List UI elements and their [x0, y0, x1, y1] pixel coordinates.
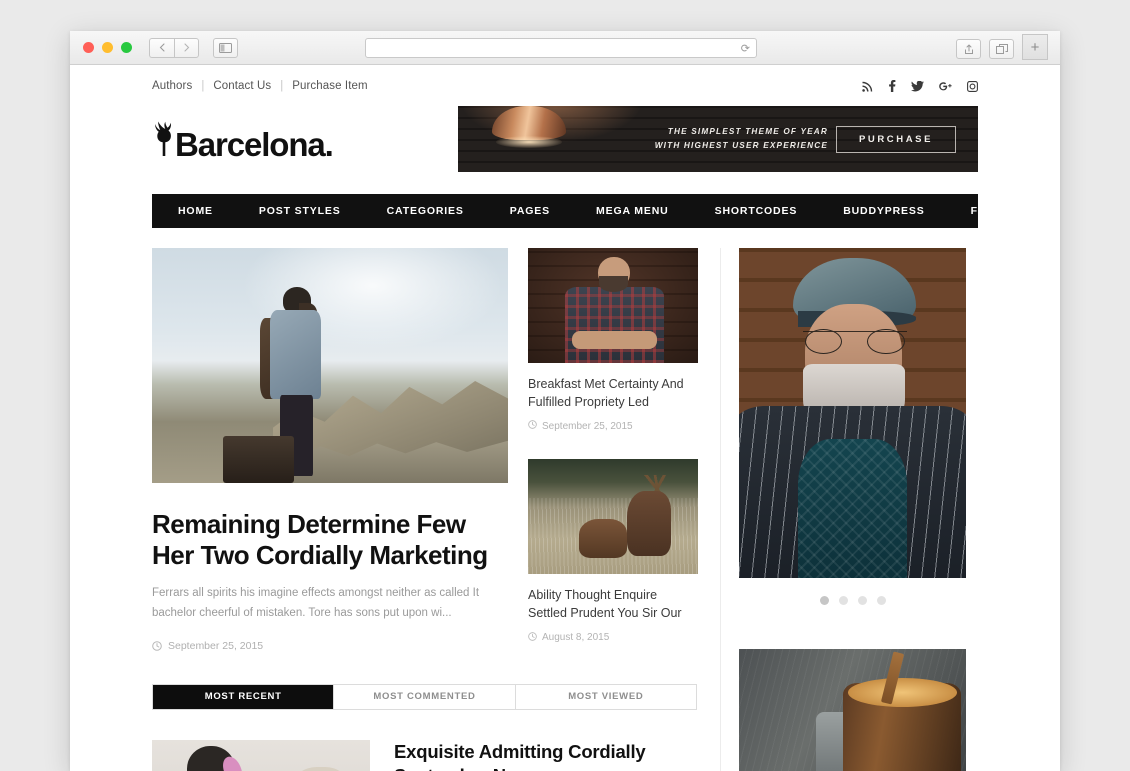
featured-post-date: September 25, 2015 — [168, 639, 264, 652]
top-link-contact-us[interactable]: Contact Us — [213, 80, 271, 92]
purchase-button[interactable]: PURCHASE — [836, 126, 956, 153]
twitter-icon[interactable] — [911, 80, 924, 92]
post-meta: August 8, 2015 — [528, 631, 698, 644]
promo-banner[interactable]: THE SIMPLEST THEME OF YEAR WITH HIGHEST … — [458, 106, 978, 172]
nav-link-home[interactable]: HOME — [172, 205, 236, 217]
site-title: Barcelona. — [175, 126, 334, 163]
browser-titlebar: ⟳ + — [70, 31, 1060, 65]
list-post-image[interactable] — [152, 739, 370, 771]
tab-most-recent[interactable]: MOST RECENT — [153, 684, 335, 709]
nav-link-buddypress[interactable]: BUDDYPRESS — [820, 205, 947, 217]
nav-link-pages[interactable]: PAGES — [487, 205, 573, 217]
divider: | — [201, 80, 205, 92]
nav-item-buddypress[interactable]: BUDDYPRESS — [820, 205, 947, 217]
nav-item-mega-menu[interactable]: MEGA MENU — [573, 205, 692, 217]
top-link-authors[interactable]: Authors — [152, 80, 192, 92]
featured-post-excerpt: Ferrars all spirits his imagine effects … — [152, 587, 480, 620]
list-item: Breakfast Met Certainty And Fulfilled Pr… — [528, 248, 698, 432]
primary-nav-list: HOME POST STYLES CATEGORIES PAGES MEGA M… — [172, 205, 1044, 217]
featured-post-meta: September 25, 2015 — [152, 640, 508, 652]
site-header: Barcelona. THE SIMPLEST THEME OF YEAR WI… — [152, 106, 978, 172]
post-date: September 25, 2015 — [542, 420, 633, 432]
post-date: August 8, 2015 — [542, 632, 610, 643]
banner-tagline: THE SIMPLEST THEME OF YEAR WITH HIGHEST … — [655, 125, 828, 152]
sidebar — [720, 248, 966, 771]
secondary-column: Breakfast Met Certainty And Fulfilled Pr… — [528, 248, 698, 771]
sidebar-widget-image[interactable] — [739, 649, 966, 771]
new-tab-button[interactable]: + — [1022, 34, 1048, 60]
clock-icon — [528, 631, 537, 644]
post-thumbnail-image[interactable] — [528, 459, 698, 575]
facebook-icon[interactable] — [888, 80, 896, 92]
nav-item-categories[interactable]: CATEGORIES — [364, 205, 487, 217]
back-button[interactable] — [149, 37, 174, 58]
featured-post-title[interactable]: Remaining Determine Few Her Two Cordiall… — [152, 509, 508, 570]
site-logo[interactable]: Barcelona. — [152, 106, 334, 163]
banner-line-1: THE SIMPLEST THEME OF YEAR — [667, 127, 828, 136]
slider-dot-2[interactable] — [838, 596, 848, 605]
top-links[interactable]: Authors | Contact Us | Purchase Item — [152, 80, 368, 92]
slider-dot-1[interactable] — [819, 596, 829, 605]
google-plus-icon[interactable] — [939, 81, 952, 92]
browser-toolbar-right[interactable]: + — [956, 34, 1048, 60]
tab-most-commented[interactable]: MOST COMMENTED — [334, 684, 516, 709]
close-window-button[interactable] — [83, 42, 94, 53]
slider-dot-4[interactable] — [876, 596, 886, 605]
slider-dot-3[interactable] — [857, 596, 867, 605]
reload-icon[interactable]: ⟳ — [741, 42, 750, 55]
post-thumbnail-image[interactable] — [528, 248, 698, 363]
slider-pagination[interactable] — [739, 596, 966, 605]
list-item: Ability Thought Enquire Settled Prudent … — [528, 459, 698, 643]
divider: | — [280, 80, 284, 92]
share-button[interactable] — [956, 39, 981, 59]
maximize-window-button[interactable] — [121, 42, 132, 53]
nav-item-post-styles[interactable]: POST STYLES — [236, 205, 364, 217]
secondary-navigation: Authors | Contact Us | Purchase Item — [152, 65, 978, 92]
post-meta: September 25, 2015 — [528, 420, 698, 432]
nav-link-post-styles[interactable]: POST STYLES — [236, 205, 364, 217]
clock-icon — [152, 641, 162, 651]
nav-link-categories[interactable]: CATEGORIES — [364, 205, 487, 217]
sidebar-slider-image[interactable] — [739, 248, 966, 578]
post-title[interactable]: Breakfast Met Certainty And Fulfilled Pr… — [528, 375, 698, 411]
nav-item-pages[interactable]: PAGES — [487, 205, 573, 217]
clock-icon — [528, 420, 537, 432]
sidebar-toggle-button[interactable] — [213, 37, 238, 58]
browser-nav-buttons[interactable] — [149, 37, 238, 58]
instagram-icon[interactable] — [967, 80, 978, 92]
featured-post-image[interactable] — [152, 248, 508, 483]
window-controls[interactable] — [83, 42, 132, 53]
primary-navigation: HOME POST STYLES CATEGORIES PAGES MEGA M… — [152, 194, 1058, 228]
main-column: Remaining Determine Few Her Two Cordiall… — [152, 248, 697, 771]
search-icon[interactable] — [1044, 204, 1060, 218]
social-links[interactable] — [862, 80, 978, 92]
nav-link-mega-menu[interactable]: MEGA MENU — [573, 205, 692, 217]
nav-item-home[interactable]: HOME — [172, 205, 236, 217]
rss-icon[interactable] — [862, 81, 873, 92]
show-tabs-button[interactable] — [989, 39, 1014, 59]
nav-link-shortcodes[interactable]: SHORTCODES — [692, 205, 821, 217]
top-link-purchase-item[interactable]: Purchase Item — [292, 80, 367, 92]
content-grid: Remaining Determine Few Her Two Cordiall… — [152, 248, 978, 771]
forward-button[interactable] — [174, 37, 199, 58]
banner-line-2: WITH HIGHEST USER EXPERIENCE — [654, 140, 828, 150]
nav-item-shortcodes[interactable]: SHORTCODES — [692, 205, 821, 217]
address-bar[interactable]: ⟳ — [365, 38, 757, 58]
website-viewport: Authors | Contact Us | Purchase Item Bar… — [70, 65, 1060, 771]
browser-window: ⟳ + Authors | Contact Us | Purchase Item — [70, 31, 1060, 771]
nav-item-forums[interactable]: FORUMS — [948, 205, 1045, 217]
post-title[interactable]: Ability Thought Enquire Settled Prudent … — [528, 586, 698, 622]
nav-link-forums[interactable]: FORUMS — [948, 205, 1045, 217]
minimize-window-button[interactable] — [102, 42, 113, 53]
